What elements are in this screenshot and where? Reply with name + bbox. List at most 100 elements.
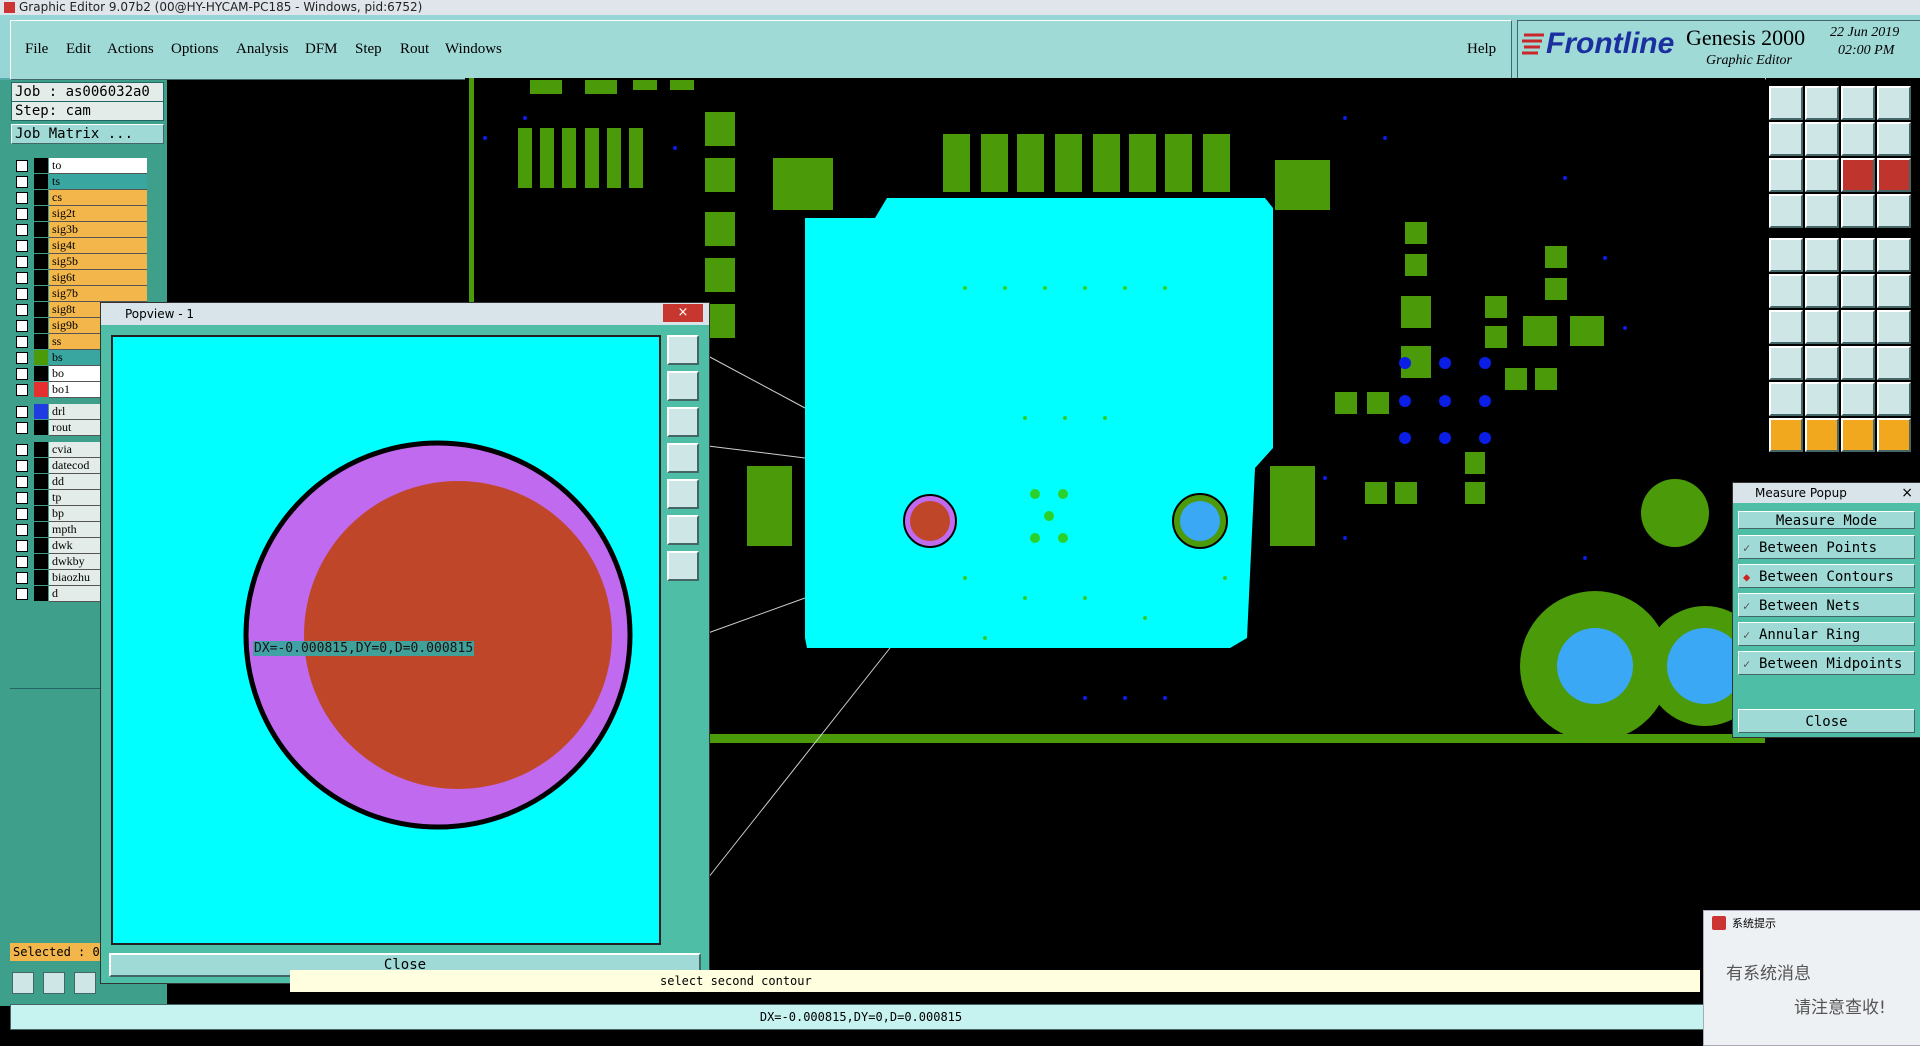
layer-checkbox[interactable] [16, 256, 28, 268]
menu-options[interactable]: Options [171, 41, 219, 58]
layer-checkbox[interactable] [16, 460, 28, 472]
layer-row-to[interactable]: to [14, 158, 147, 174]
zoom-tool-icon[interactable] [12, 972, 34, 994]
toolbar-tool-4-3-icon[interactable] [1841, 194, 1875, 228]
measure-mode-between-contours[interactable]: ◆ Between Contours [1738, 564, 1915, 588]
layer-row-sig7b[interactable]: sig7b [14, 286, 147, 302]
measure-close-button[interactable]: Close [1738, 709, 1915, 733]
popview-canvas[interactable]: DX=-0.000815,DY=0,D=0.000815 [111, 335, 661, 945]
layer-checkbox[interactable] [16, 540, 28, 552]
toolbar-tool-9-4-icon[interactable] [1877, 382, 1911, 416]
layer-checkbox[interactable] [16, 192, 28, 204]
toolbar-tool-9-2-icon[interactable] [1805, 382, 1839, 416]
layer-checkbox[interactable] [16, 588, 28, 600]
toolbar-tool-6-2-icon[interactable] [1805, 274, 1839, 308]
layer-checkbox[interactable] [16, 572, 28, 584]
layer-checkbox[interactable] [16, 288, 28, 300]
layer-checkbox[interactable] [16, 272, 28, 284]
toolbar-tool-4-1-icon[interactable] [1769, 194, 1803, 228]
toolbar-tool-7-2-icon[interactable] [1805, 310, 1839, 344]
toolbar-tool-8-2-icon[interactable] [1805, 346, 1839, 380]
toolbar-tool-1-4-icon[interactable] [1877, 86, 1911, 120]
layer-checkbox[interactable] [16, 384, 28, 396]
layer-checkbox[interactable] [16, 406, 28, 418]
layer-checkbox[interactable] [16, 240, 28, 252]
layer-row-ts[interactable]: ts [14, 174, 147, 190]
measure-mode-between-points[interactable]: ✓ Between Points [1738, 535, 1915, 559]
toolbar-tool-6-4-icon[interactable] [1877, 274, 1911, 308]
toolbar-tool-7-1-icon[interactable] [1769, 310, 1803, 344]
toolbar-tool-2-1-icon[interactable] [1769, 122, 1803, 156]
menu-dfm[interactable]: DFM [305, 41, 338, 58]
toolbar-tool-6-3-icon[interactable] [1841, 274, 1875, 308]
layer-checkbox[interactable] [16, 476, 28, 488]
layer-checkbox[interactable] [16, 492, 28, 504]
menu-analysis[interactable]: Analysis [236, 41, 289, 58]
toolbar-tool-10-1-icon[interactable] [1769, 418, 1803, 452]
measure-close-icon[interactable]: × [1901, 483, 1913, 503]
popview-tool-down-icon[interactable] [667, 407, 699, 437]
toolbar-tool-8-4-icon[interactable] [1877, 346, 1911, 380]
toolbar-tool-4-2-icon[interactable] [1805, 194, 1839, 228]
menu-rout[interactable]: Rout [400, 41, 429, 58]
menu-step[interactable]: Step [355, 41, 382, 58]
measure-mode-annular-ring[interactable]: ✓ Annular Ring [1738, 622, 1915, 646]
system-notification[interactable]: 系统提示 有系统消息 请注意查收! [1703, 910, 1920, 1046]
layer-checkbox[interactable] [16, 524, 28, 536]
layer-row-sig2t[interactable]: sig2t [14, 206, 147, 222]
layer-row-sig3b[interactable]: sig3b [14, 222, 147, 238]
toolbar-tool-10-2-icon[interactable] [1805, 418, 1839, 452]
layer-checkbox[interactable] [16, 336, 28, 348]
measure-mode-between-nets[interactable]: ✓ Between Nets [1738, 593, 1915, 617]
popview-tool-zoom-in-icon[interactable] [667, 515, 699, 545]
popview-tool-zoom-out-icon[interactable] [667, 551, 699, 581]
layer-checkbox[interactable] [16, 320, 28, 332]
toolbar-tool-10-4-icon[interactable] [1877, 418, 1911, 452]
toolbar-tool-3-4-icon[interactable] [1877, 158, 1911, 192]
layer-checkbox[interactable] [16, 352, 28, 364]
popview-tool-up-icon[interactable] [667, 371, 699, 401]
layer-checkbox[interactable] [16, 508, 28, 520]
toolbar-tool-3-3-icon[interactable] [1841, 158, 1875, 192]
layer-checkbox[interactable] [16, 304, 28, 316]
popview-tool-left-icon[interactable] [667, 443, 699, 473]
toolbar-tool-5-1-icon[interactable] [1769, 238, 1803, 272]
toolbar-tool-6-1-icon[interactable] [1769, 274, 1803, 308]
measure-mode-between-midpoints[interactable]: ✓ Between Midpoints [1738, 651, 1915, 675]
toolbar-tool-5-3-icon[interactable] [1841, 238, 1875, 272]
popview-tool-fit-icon[interactable] [667, 335, 699, 365]
toolbar-tool-1-3-icon[interactable] [1841, 86, 1875, 120]
job-matrix-button[interactable]: Job Matrix ... [11, 124, 164, 144]
popview-tool-right-icon[interactable] [667, 479, 699, 509]
layer-checkbox[interactable] [16, 224, 28, 236]
layer-checkbox[interactable] [16, 422, 28, 434]
toolbar-tool-9-3-icon[interactable] [1841, 382, 1875, 416]
toolbar-tool-3-2-icon[interactable] [1805, 158, 1839, 192]
toolbar-tool-2-2-icon[interactable] [1805, 122, 1839, 156]
layer-checkbox[interactable] [16, 556, 28, 568]
layer-checkbox[interactable] [16, 368, 28, 380]
measure-tool-icon[interactable] [43, 972, 65, 994]
menu-actions[interactable]: Actions [107, 41, 154, 58]
toolbar-tool-7-4-icon[interactable] [1877, 310, 1911, 344]
toolbar-tool-3-1-icon[interactable] [1769, 158, 1803, 192]
layer-checkbox[interactable] [16, 208, 28, 220]
toolbar-tool-2-4-icon[interactable] [1877, 122, 1911, 156]
layer-row-sig6t[interactable]: sig6t [14, 270, 147, 286]
menu-file[interactable]: File [25, 41, 48, 58]
layer-row-sig4t[interactable]: sig4t [14, 238, 147, 254]
layer-checkbox[interactable] [16, 176, 28, 188]
toolbar-tool-9-1-icon[interactable] [1769, 382, 1803, 416]
menu-help[interactable]: Help [1467, 41, 1496, 58]
toolbar-tool-2-3-icon[interactable] [1841, 122, 1875, 156]
toolbar-tool-8-3-icon[interactable] [1841, 346, 1875, 380]
toolbar-tool-5-4-icon[interactable] [1877, 238, 1911, 272]
toolbar-tool-1-1-icon[interactable] [1769, 86, 1803, 120]
menu-edit[interactable]: Edit [66, 41, 91, 58]
toolbar-tool-4-4-icon[interactable] [1877, 194, 1911, 228]
layer-checkbox[interactable] [16, 444, 28, 456]
layer-row-cs[interactable]: cs [14, 190, 147, 206]
toolbar-tool-10-3-icon[interactable] [1841, 418, 1875, 452]
layer-checkbox[interactable] [16, 160, 28, 172]
grid-tool-icon[interactable] [74, 972, 96, 994]
